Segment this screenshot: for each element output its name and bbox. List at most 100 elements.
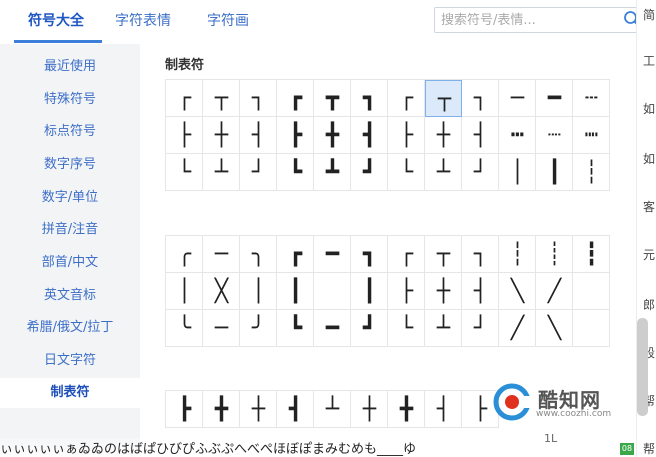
sidebar-item-number-sequences[interactable]: 数字序号 [0, 150, 140, 180]
sidebar-item-pinyin-zhuyin[interactable]: 拼音/注音 [0, 215, 140, 245]
symbol-cell[interactable]: └ [388, 154, 425, 191]
symbol-glyph: ╯ [251, 316, 266, 341]
symbol-cell[interactable]: ┇ [573, 236, 610, 273]
symbol-cell[interactable]: ┆ [573, 154, 610, 191]
sidebar-item-greek-russian-latin[interactable]: 希腊/俄文/拉丁 [0, 313, 140, 343]
symbol-cell[interactable]: ┐ [462, 80, 499, 117]
symbol-cell[interactable]: ┛ [351, 310, 388, 347]
symbol-cell[interactable]: ┄ [573, 80, 610, 117]
sidebar-item-recent[interactable]: 最近使用 [0, 52, 140, 82]
symbol-cell[interactable]: ┼ [203, 117, 240, 154]
symbol-cell[interactable]: ┃ [536, 154, 573, 191]
symbol-cell[interactable]: ├ [388, 273, 425, 310]
symbol-cell[interactable]: └ [388, 310, 425, 347]
symbol-cell[interactable]: ┓ [351, 236, 388, 273]
vertical-scrollbar[interactable] [637, 318, 648, 416]
symbol-cell[interactable]: ┐ [240, 80, 277, 117]
symbol-glyph: ┘ [473, 316, 488, 341]
symbol-cell[interactable]: ─ [203, 236, 240, 273]
symbol-cell[interactable]: ┣ [277, 117, 314, 154]
sidebar-item-box-drawing[interactable]: 制表符 [0, 378, 140, 408]
symbol-cell[interactable] [573, 273, 610, 310]
symbol-cell[interactable]: ┼ [425, 117, 462, 154]
symbol-cell[interactable]: │ [499, 154, 536, 191]
symbol-cell[interactable]: ┃ [351, 273, 388, 310]
symbol-cell[interactable]: │ [166, 273, 203, 310]
symbol-cell[interactable]: ┼ [425, 273, 462, 310]
symbol-cell[interactable]: ┬ [425, 80, 462, 117]
symbol-cell[interactable]: ┐ [462, 236, 499, 273]
symbol-cell[interactable]: ┘ [462, 310, 499, 347]
symbol-cell[interactable]: ╲ [536, 310, 573, 347]
symbol-cell[interactable]: ┼ [240, 391, 277, 428]
symbol-cell[interactable]: ━ [536, 80, 573, 117]
symbol-cell[interactable]: ─ [203, 310, 240, 347]
symbol-cell[interactable]: ┼ [351, 391, 388, 428]
symbol-cell[interactable]: ┴ [203, 154, 240, 191]
symbol-cell[interactable]: ╰ [166, 310, 203, 347]
symbol-cell[interactable]: ┤ [462, 117, 499, 154]
symbol-cell[interactable]: ┣ [166, 391, 203, 428]
symbol-cell[interactable]: ┬ [425, 236, 462, 273]
symbol-cell[interactable]: ┗ [277, 154, 314, 191]
sidebar-item-japanese[interactable]: 日文字符 [0, 346, 140, 376]
symbol-cell[interactable]: ┴ [425, 310, 462, 347]
symbol-cell[interactable]: ┓ [351, 80, 388, 117]
symbol-cell[interactable]: ━ [314, 236, 351, 273]
symbol-cell[interactable]: ┫ [277, 391, 314, 428]
symbol-cell[interactable] [573, 310, 610, 347]
symbol-cell[interactable]: ┆ [499, 236, 536, 273]
symbol-cell[interactable]: ╳ [203, 273, 240, 310]
symbol-cell[interactable]: ┬ [203, 80, 240, 117]
symbol-cell[interactable]: ╋ [388, 391, 425, 428]
symbol-cell[interactable]: ┳ [314, 80, 351, 117]
tab-symbol-collection[interactable]: 符号大全 [28, 0, 84, 42]
tab-character-emoticons[interactable]: 字符表情 [115, 0, 171, 42]
symbol-cell[interactable]: ┈ [536, 117, 573, 154]
symbol-glyph: ├ [399, 123, 414, 148]
symbol-cell[interactable]: ─ [499, 80, 536, 117]
sidebar-item-english-phonetic[interactable]: 英文音标 [0, 281, 140, 311]
symbol-cell[interactable]: ┴ [314, 391, 351, 428]
symbol-cell[interactable]: ┫ [351, 117, 388, 154]
sidebar-item-punctuation[interactable]: 标点符号 [0, 117, 140, 147]
symbol-cell[interactable]: ┏ [277, 80, 314, 117]
symbol-cell[interactable]: ┤ [240, 117, 277, 154]
symbol-cell[interactable]: ╭ [166, 236, 203, 273]
symbol-cell[interactable]: ┻ [314, 154, 351, 191]
symbol-cell[interactable]: ├ [388, 117, 425, 154]
symbol-cell[interactable]: ━ [314, 310, 351, 347]
symbol-cell[interactable]: ┌ [388, 80, 425, 117]
symbol-cell[interactable]: ┅ [499, 117, 536, 154]
symbol-cell[interactable]: ┤ [425, 391, 462, 428]
symbol-cell[interactable]: │ [240, 273, 277, 310]
symbol-cell[interactable]: ┌ [388, 236, 425, 273]
tab-character-art[interactable]: 字符画 [207, 0, 249, 42]
symbol-cell[interactable]: ┃ [277, 273, 314, 310]
symbol-cell[interactable]: ┊ [536, 236, 573, 273]
symbol-cell[interactable]: ┗ [277, 310, 314, 347]
symbol-cell[interactable]: ╋ [314, 117, 351, 154]
symbol-cell[interactable]: ┴ [425, 154, 462, 191]
symbol-cell[interactable]: ╮ [240, 236, 277, 273]
symbol-cell[interactable]: ╱ [499, 310, 536, 347]
symbol-cell[interactable]: ╯ [240, 310, 277, 347]
sidebar-item-special-symbols[interactable]: 特殊符号 [0, 85, 140, 115]
symbol-cell[interactable]: ╲ [499, 273, 536, 310]
symbol-cell[interactable]: ┘ [240, 154, 277, 191]
symbol-cell[interactable]: ┘ [462, 154, 499, 191]
search-input[interactable] [441, 10, 611, 30]
sidebar-item-radicals-chinese[interactable]: 部首/中文 [0, 248, 140, 278]
symbol-cell[interactable]: ├ [166, 117, 203, 154]
symbol-cell[interactable]: ┌ [166, 80, 203, 117]
sidebar-item-numbers-units[interactable]: 数字/单位 [0, 183, 140, 213]
symbol-cell[interactable]: ┉ [573, 117, 610, 154]
symbol-glyph: ┃ [547, 160, 562, 185]
symbol-cell[interactable]: ┤ [462, 273, 499, 310]
symbol-cell[interactable]: ┛ [351, 154, 388, 191]
symbol-cell[interactable]: ╱ [536, 273, 573, 310]
symbol-cell[interactable]: ╋ [203, 391, 240, 428]
symbol-cell[interactable] [314, 273, 351, 310]
symbol-cell[interactable]: └ [166, 154, 203, 191]
symbol-cell[interactable]: ┏ [277, 236, 314, 273]
